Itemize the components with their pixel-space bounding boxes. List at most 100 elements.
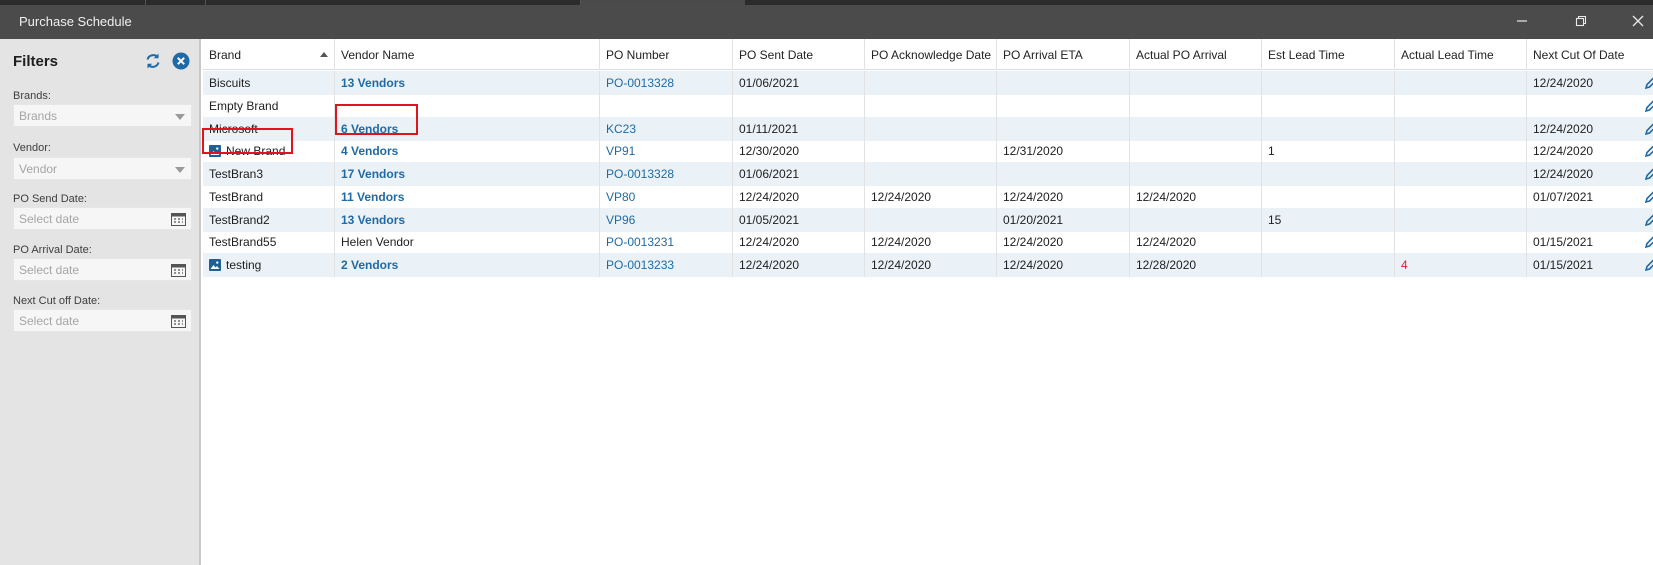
cell-est-lead-time [1262, 184, 1395, 209]
edit-pencil-icon[interactable] [1643, 121, 1653, 137]
sort-ascending-icon [320, 52, 328, 57]
cell-next-cut-of-date-text: 12/24/2020 [1533, 167, 1594, 181]
cell-po-number[interactable]: VP91 [600, 139, 733, 164]
cell-po-sent-date-text: 12/24/2020 [739, 258, 800, 272]
cell-po-sent-date: 01/06/2021 [733, 71, 865, 95]
cell-po-sent-date: 01/11/2021 [733, 116, 865, 141]
column-header-label: Vendor Name [341, 48, 415, 62]
highlight-vendor-cell [335, 104, 418, 135]
column-header-po-arrival-eta[interactable]: PO Arrival ETA [997, 39, 1130, 70]
edit-pencil-icon[interactable] [1643, 257, 1653, 273]
next-cutoff-date-picker[interactable]: Select date [13, 309, 192, 332]
cell-po-number[interactable]: VP96 [600, 207, 733, 232]
cell-po-sent-date-text: 01/11/2021 [739, 121, 799, 136]
column-header-po-acknowledge-date[interactable]: PO Acknowledge Date [865, 39, 997, 70]
column-header-brand[interactable]: Brand [203, 39, 335, 70]
vendor-dropdown[interactable]: Vendor [13, 157, 192, 180]
cell-est-lead-time [1262, 253, 1395, 277]
minimize-button[interactable] [1505, 10, 1539, 34]
calendar-icon[interactable] [171, 263, 186, 277]
cell-po-number[interactable]: PO-0013233 [600, 253, 733, 277]
cell-po-sent-date-text: 12/30/2020 [739, 144, 800, 159]
column-header-actual-po-arrival[interactable]: Actual PO Arrival [1130, 39, 1262, 70]
cell-brand: TestBrand2 [203, 207, 335, 232]
cell-po-arrival-eta: 12/24/2020 [997, 184, 1130, 209]
cell-po-number-text: VP96 [606, 212, 636, 227]
cell-po-acknowledge-date: 12/24/2020 [865, 253, 997, 277]
table-row[interactable]: TestBrand2 13 Vendors VP96 01/05/2021 01/20/… [203, 207, 1653, 232]
cell-po-number[interactable]: PO-0013328 [600, 162, 733, 186]
cell-brand: Biscuits [203, 71, 335, 95]
cell-po-arrival-eta [997, 116, 1130, 141]
column-header-po-number[interactable]: PO Number [600, 39, 733, 70]
cell-po-sent-date: 12/24/2020 [733, 230, 865, 255]
cell-actual-po-arrival [1130, 139, 1262, 164]
cell-brand-text: TestBrand55 [209, 235, 277, 250]
column-header-actual-lead-time[interactable]: Actual Lead Time [1395, 39, 1527, 70]
calendar-icon[interactable] [171, 212, 186, 226]
cell-vendor-name[interactable]: 17 Vendors [335, 162, 600, 186]
cell-brand: Empty Brand [203, 93, 335, 118]
cell-vendor-name[interactable]: 11 Vendors [335, 184, 600, 209]
column-header-label: PO Acknowledge Date [871, 48, 992, 62]
cell-est-lead-time [1262, 162, 1395, 186]
cell-brand: TestBrand55 [203, 230, 335, 255]
po-send-date-picker[interactable]: Select date [13, 207, 192, 230]
table-row[interactable]: testing 2 Vendors PO-0013233 12/24/2020 12/2… [203, 253, 1653, 277]
table-row[interactable]: Biscuits 13 Vendors PO-0013328 01/06/2021 12… [203, 71, 1653, 95]
table-row[interactable]: New Brand 4 Vendors VP91 12/30/2020 12/31/20… [203, 139, 1653, 164]
column-header-po-sent-date[interactable]: PO Sent Date [733, 39, 865, 70]
table-row[interactable]: Microsoft 6 Vendors KC23 01/11/2021 12/24/20… [203, 116, 1653, 141]
table-row[interactable]: TestBrand 11 Vendors VP80 12/24/2020 12/24/2… [203, 184, 1653, 209]
clear-filters-button[interactable] [171, 51, 191, 71]
cell-brand: testing [203, 253, 335, 277]
close-window-button[interactable] [1621, 10, 1653, 34]
cell-actual-lead-time [1395, 116, 1527, 141]
cell-next-cut-of-date: 12/24/2020 [1527, 139, 1653, 163]
edit-pencil-icon[interactable] [1643, 212, 1653, 228]
brands-dropdown[interactable]: Brands [13, 104, 192, 127]
cell-vendor-name[interactable]: 13 Vendors [335, 207, 600, 232]
table-row[interactable]: Empty Brand [203, 93, 1653, 118]
refresh-filters-button[interactable] [143, 51, 163, 71]
edit-pencil-icon[interactable] [1643, 189, 1653, 205]
cell-po-number[interactable]: VP80 [600, 184, 733, 209]
cell-vendor-name[interactable]: 13 Vendors [335, 71, 600, 95]
window-title: Purchase Schedule [19, 14, 132, 29]
edit-pencil-icon[interactable] [1643, 143, 1653, 159]
cell-po-arrival-eta [997, 71, 1130, 95]
table-row[interactable]: TestBrand55 Helen Vendor PO-0013231 12/24/2… [203, 230, 1653, 255]
cell-po-number-text: PO-0013328 [606, 167, 675, 181]
cell-po-sent-date: 12/24/2020 [733, 184, 865, 209]
cell-po-number[interactable]: PO-0013231 [600, 230, 733, 255]
cell-po-arrival-eta-text: 12/24/2020 [1003, 235, 1064, 250]
table-row[interactable]: TestBran3 17 Vendors PO-0013328 01/06/2021 1… [203, 162, 1653, 186]
cell-actual-lead-time [1395, 71, 1527, 95]
column-header-next-cut-of-date[interactable]: Next Cut Of Date [1527, 39, 1653, 70]
cell-po-number[interactable]: PO-0013328 [600, 71, 733, 95]
cell-po-sent-date-text: 12/24/2020 [739, 235, 800, 250]
column-header-vendor-name[interactable]: Vendor Name [335, 39, 600, 70]
cell-brand-text: testing [226, 258, 262, 272]
minimize-icon [1517, 20, 1527, 22]
cell-po-arrival-eta: 12/24/2020 [997, 230, 1130, 255]
cell-actual-po-arrival-text: 12/28/2020 [1136, 258, 1197, 272]
edit-pencil-icon[interactable] [1643, 234, 1653, 250]
cell-vendor-name[interactable]: 2 Vendors [335, 253, 600, 277]
po-arrival-date-picker[interactable]: Select date [13, 258, 192, 281]
column-header-est-lead-time[interactable]: Est Lead Time [1262, 39, 1395, 70]
edit-pencil-icon[interactable] [1643, 98, 1653, 114]
chevron-down-icon [175, 114, 185, 120]
cell-po-sent-date-text: 01/06/2021 [739, 76, 800, 90]
cell-po-arrival-eta [997, 162, 1130, 186]
cell-actual-lead-time [1395, 162, 1527, 186]
cell-actual-po-arrival [1130, 207, 1262, 232]
calendar-icon[interactable] [171, 314, 186, 328]
edit-pencil-icon[interactable] [1643, 75, 1653, 91]
edit-pencil-icon[interactable] [1643, 166, 1653, 182]
cell-po-number[interactable]: KC23 [600, 116, 733, 141]
restore-button[interactable] [1564, 10, 1598, 34]
vendor-placeholder: Vendor [19, 162, 58, 176]
clear-circle-icon [172, 52, 190, 70]
cell-vendor-name[interactable]: 4 Vendors [335, 139, 600, 164]
